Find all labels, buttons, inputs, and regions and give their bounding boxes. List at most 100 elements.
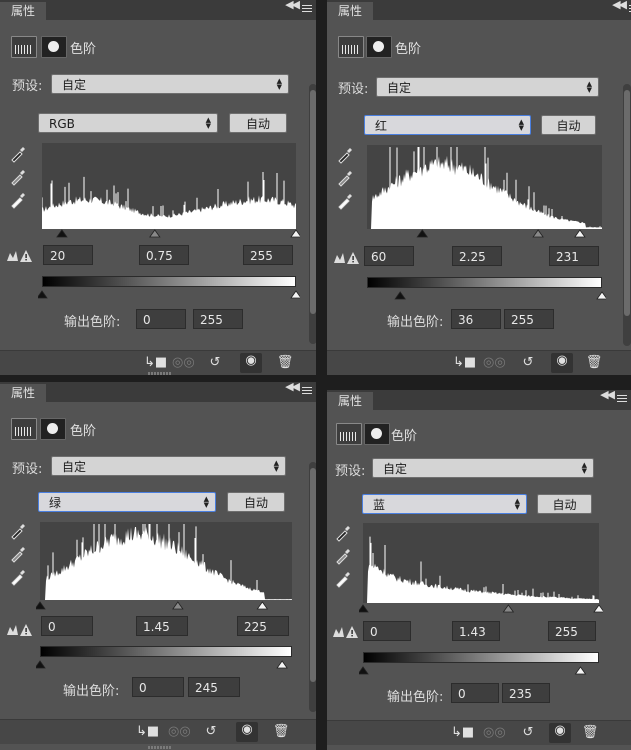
- histogram-icon[interactable]: [336, 423, 362, 445]
- gray-point-eyedropper-icon[interactable]: [9, 545, 27, 563]
- output-white-handle[interactable]: [596, 291, 606, 300]
- input-levels-slider[interactable]: [363, 226, 606, 240]
- collapse-icon[interactable]: ◀◀: [600, 390, 615, 401]
- output-black-handle[interactable]: [359, 666, 369, 675]
- black-point-eyedropper-icon[interactable]: [9, 145, 27, 163]
- auto-button[interactable]: 自动: [227, 492, 285, 512]
- input-black-handle[interactable]: [416, 229, 429, 238]
- mask-icon[interactable]: [364, 423, 390, 445]
- panel-menu-icon[interactable]: [617, 393, 627, 404]
- visibility-eye-icon[interactable]: ◉: [551, 353, 573, 373]
- input-black-field[interactable]: 20: [43, 245, 93, 265]
- input-gamma-field[interactable]: 0.75: [139, 245, 189, 265]
- gray-point-eyedropper-icon[interactable]: [9, 168, 27, 186]
- delete-icon[interactable]: 🗑: [581, 725, 599, 741]
- gray-point-eyedropper-icon[interactable]: [336, 169, 354, 187]
- channel-select[interactable]: 绿 ▲ ▼: [38, 492, 216, 512]
- output-white-handle[interactable]: [290, 290, 300, 299]
- output-black-field[interactable]: 0: [136, 309, 186, 329]
- panel-scrollbar[interactable]: [309, 462, 316, 712]
- input-white-handle[interactable]: [256, 601, 269, 610]
- input-black-field[interactable]: 0: [363, 621, 411, 641]
- input-white-handle[interactable]: [593, 604, 603, 613]
- clip-to-layer-icon[interactable]: ↳■: [451, 725, 474, 741]
- tab-properties[interactable]: 属性: [0, 384, 46, 402]
- clipping-warning-icon[interactable]: [6, 623, 34, 637]
- tab-properties[interactable]: 属性: [0, 2, 46, 20]
- auto-button[interactable]: 自动: [537, 494, 592, 514]
- histogram-icon[interactable]: [338, 36, 364, 58]
- tab-properties[interactable]: 属性: [327, 2, 373, 20]
- reset-icon[interactable]: ↺: [519, 355, 537, 371]
- output-white-handle[interactable]: [276, 660, 288, 669]
- view-previous-state-icon[interactable]: ◎◎: [172, 355, 195, 371]
- reset-icon[interactable]: ↺: [206, 355, 224, 371]
- channel-select[interactable]: RGB ▲ ▼: [38, 113, 218, 133]
- delete-icon[interactable]: 🗑: [272, 724, 290, 740]
- collapse-icon[interactable]: ◀◀: [285, 0, 300, 11]
- input-white-field[interactable]: 231: [549, 246, 599, 266]
- input-white-handle[interactable]: [574, 229, 586, 238]
- output-black-handle[interactable]: [38, 290, 48, 299]
- auto-button[interactable]: 自动: [541, 115, 596, 135]
- black-point-eyedropper-icon[interactable]: [334, 524, 352, 542]
- white-point-eyedropper-icon[interactable]: [336, 192, 354, 210]
- input-black-handle[interactable]: [359, 604, 369, 613]
- panel-menu-icon[interactable]: [302, 385, 312, 396]
- gray-point-eyedropper-icon[interactable]: [334, 547, 352, 565]
- collapse-icon[interactable]: ◀◀: [612, 0, 627, 11]
- preset-select[interactable]: 自定 ▲ ▼: [51, 456, 286, 476]
- input-white-handle[interactable]: [290, 229, 300, 238]
- input-gamma-field[interactable]: 1.43: [452, 621, 500, 641]
- white-point-eyedropper-icon[interactable]: [9, 568, 27, 586]
- panel-scrollbar[interactable]: [309, 84, 316, 344]
- clipping-warning-icon[interactable]: [333, 251, 361, 265]
- mask-icon[interactable]: [41, 36, 67, 58]
- output-levels-slider[interactable]: [38, 287, 300, 301]
- output-black-field[interactable]: 36: [451, 309, 501, 329]
- white-point-eyedropper-icon[interactable]: [9, 191, 27, 209]
- output-black-field[interactable]: 0: [451, 683, 499, 703]
- channel-select[interactable]: 蓝 ▲ ▼: [362, 494, 527, 514]
- input-gamma-handle[interactable]: [172, 601, 184, 610]
- input-gamma-handle[interactable]: [149, 229, 161, 238]
- input-gamma-field[interactable]: 1.45: [136, 616, 188, 636]
- auto-button[interactable]: 自动: [229, 113, 287, 133]
- output-white-field[interactable]: 255: [504, 309, 554, 329]
- view-previous-state-icon[interactable]: ◎◎: [483, 725, 506, 741]
- preset-select[interactable]: 自定 ▲ ▼: [372, 458, 594, 478]
- input-gamma-handle[interactable]: [532, 229, 544, 238]
- delete-icon[interactable]: 🗑: [276, 355, 294, 371]
- tab-properties[interactable]: 属性: [327, 392, 373, 410]
- channel-select[interactable]: 红 ▲ ▼: [364, 115, 531, 135]
- visibility-eye-icon[interactable]: ◉: [240, 353, 262, 373]
- preset-select[interactable]: 自定 ▲ ▼: [376, 77, 599, 97]
- output-black-handle[interactable]: [36, 660, 46, 669]
- black-point-eyedropper-icon[interactable]: [336, 146, 354, 164]
- output-black-field[interactable]: 0: [132, 677, 184, 697]
- input-white-field[interactable]: 255: [243, 245, 293, 265]
- panel-menu-icon[interactable]: [302, 3, 312, 14]
- clip-to-layer-icon[interactable]: ↳■: [453, 355, 476, 371]
- output-white-field[interactable]: 245: [188, 677, 240, 697]
- input-black-handle[interactable]: [36, 601, 46, 610]
- visibility-eye-icon[interactable]: ◉: [549, 723, 571, 743]
- collapse-icon[interactable]: ◀◀: [285, 382, 300, 393]
- output-black-handle[interactable]: [394, 291, 406, 300]
- output-levels-slider[interactable]: [359, 663, 603, 677]
- delete-icon[interactable]: 🗑: [585, 355, 603, 371]
- resize-grip[interactable]: [148, 372, 172, 375]
- output-white-handle[interactable]: [574, 666, 587, 675]
- clip-to-layer-icon[interactable]: ↳■: [136, 724, 159, 740]
- input-levels-slider[interactable]: [38, 226, 300, 240]
- input-white-field[interactable]: 225: [237, 616, 289, 636]
- reset-icon[interactable]: ↺: [202, 724, 220, 740]
- histogram-icon[interactable]: [11, 418, 37, 440]
- mask-icon[interactable]: [40, 418, 66, 440]
- preset-select[interactable]: 自定 ▲ ▼: [51, 74, 289, 94]
- output-white-field[interactable]: 255: [193, 309, 243, 329]
- black-point-eyedropper-icon[interactable]: [9, 522, 27, 540]
- view-previous-state-icon[interactable]: ◎◎: [483, 355, 506, 371]
- clip-to-layer-icon[interactable]: ↳■: [144, 355, 167, 371]
- white-point-eyedropper-icon[interactable]: [334, 570, 352, 588]
